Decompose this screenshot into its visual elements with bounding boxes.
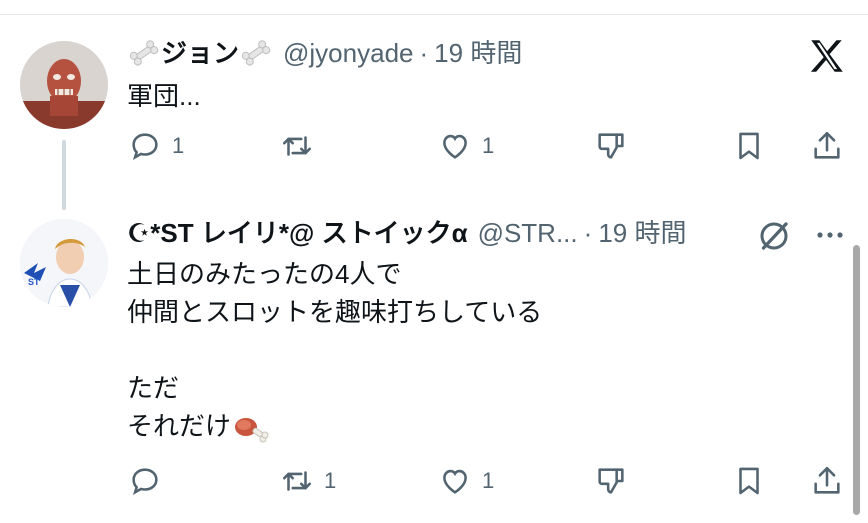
tweet-text-line-1: 土日のみたったの4人で xyxy=(127,259,402,289)
tweet-text-line-2: 仲間とスロットを趣味打ちしている xyxy=(127,297,543,327)
retweet-button[interactable]: 1 xyxy=(280,461,336,501)
like-button[interactable]: 1 xyxy=(438,126,494,166)
meat-on-bone-icon xyxy=(235,418,269,443)
share-button[interactable] xyxy=(810,461,844,501)
retweet-button[interactable] xyxy=(280,126,324,166)
bookmark-button[interactable] xyxy=(732,126,766,166)
display-name-text: ジョン xyxy=(161,38,240,68)
display-name[interactable]: ジョン xyxy=(127,36,273,70)
handle[interactable]: @STR... xyxy=(478,216,578,250)
heart-icon xyxy=(443,134,467,159)
avatar[interactable] xyxy=(20,41,108,129)
bone-icon xyxy=(241,40,271,66)
thumbs-down-icon xyxy=(598,468,624,494)
x-logo-icon[interactable] xyxy=(806,35,848,77)
separator-dot: · xyxy=(583,218,593,248)
bookmark-button[interactable] xyxy=(732,461,766,501)
downvote-button[interactable] xyxy=(594,461,628,501)
tweet-jyonyade[interactable]: ジョン @jyonyade · 19 時間 軍団... 1 1 xyxy=(0,0,868,210)
share-icon xyxy=(814,466,840,494)
reply-button[interactable]: 1 xyxy=(128,126,184,166)
scrollbar[interactable] xyxy=(853,245,860,515)
tweet-text: 土日のみたったの4人で 仲間とスロットを趣味打ちしている ただ それだけ xyxy=(127,255,542,447)
tweet-header: ジョン @jyonyade · 19 時間 xyxy=(127,36,522,70)
grok-icon[interactable] xyxy=(756,218,792,254)
more-icon[interactable] xyxy=(812,223,848,247)
handle[interactable]: @jyonyade xyxy=(283,36,413,70)
retweet-count: 1 xyxy=(324,468,337,493)
bone-icon xyxy=(129,40,159,66)
timestamp[interactable]: 19 時間 xyxy=(434,36,522,70)
timestamp[interactable]: 19 時間 xyxy=(598,216,686,250)
reply-icon xyxy=(132,468,158,496)
reply-icon xyxy=(132,133,158,161)
thumbs-down-icon xyxy=(598,133,624,159)
heart-icon xyxy=(443,469,467,494)
tweet-text-line-5: それだけ xyxy=(127,411,232,441)
bookmark-icon xyxy=(739,132,759,160)
tweet-text-line-4: ただ xyxy=(127,373,180,403)
svg-text:ST: ST xyxy=(28,277,40,287)
reply-count: 1 xyxy=(172,133,185,158)
like-button[interactable]: 1 xyxy=(438,461,494,501)
bookmark-icon xyxy=(739,467,759,495)
reply-button[interactable] xyxy=(128,461,172,501)
separator-dot: · xyxy=(419,38,429,68)
like-count: 1 xyxy=(482,468,495,493)
share-button[interactable] xyxy=(810,126,844,166)
share-icon xyxy=(814,131,840,159)
downvote-button[interactable] xyxy=(594,126,628,166)
tweet-reply[interactable]: ST ☪*ST レイリ*@ ストイックα @STR... · 19 時間 土日の… xyxy=(0,185,868,523)
tweet-header: ☪*ST レイリ*@ ストイックα @STR... · 19 時間 xyxy=(127,216,686,250)
tweet-text: 軍団... xyxy=(127,81,201,111)
retweet-icon xyxy=(282,471,312,491)
like-count: 1 xyxy=(482,133,495,158)
retweet-icon xyxy=(282,136,312,156)
action-bar: 1 1 xyxy=(128,126,848,166)
avatar[interactable]: ST xyxy=(20,219,108,307)
action-bar: 1 1 xyxy=(128,461,848,501)
display-name-text[interactable]: ☪*ST レイリ*@ ストイックα xyxy=(127,216,468,250)
